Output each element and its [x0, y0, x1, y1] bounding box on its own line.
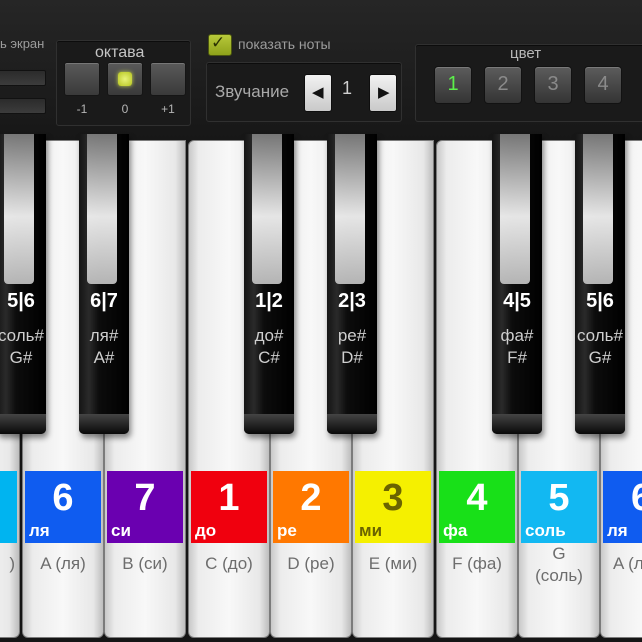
- note-sharp-name: D#: [341, 348, 363, 367]
- note-name: C (до): [205, 554, 253, 573]
- note-sharp-name: G#: [588, 348, 612, 367]
- note-name: B (си): [122, 554, 168, 573]
- note-number: 4|5: [503, 290, 531, 312]
- octave-label-minus: -1: [76, 102, 88, 116]
- note-solfege: ля#: [89, 326, 119, 345]
- note-number: 6|7: [90, 290, 118, 312]
- black-key-c-sharp[interactable]: 1|2 до# C#: [244, 134, 294, 434]
- sound-value: 1: [342, 78, 353, 98]
- key-foot: [492, 414, 542, 434]
- note-color-block: [0, 471, 17, 543]
- key-foot: [244, 414, 294, 434]
- key-foot: [327, 414, 377, 434]
- note-color-block: 7 си: [107, 471, 183, 543]
- note-sharp-name: C#: [258, 348, 280, 367]
- sound-prev-button[interactable]: ◀: [304, 74, 332, 112]
- note-color-block: 2 ре: [273, 471, 349, 543]
- note-solfege: ре: [277, 521, 297, 540]
- key-shine: [500, 134, 530, 284]
- note-solfege: фа: [443, 521, 468, 540]
- note-solfege: ля: [29, 521, 50, 540]
- octave-zero-button[interactable]: [107, 62, 143, 96]
- note-solfege: ми: [359, 521, 383, 540]
- note-number: 2: [300, 477, 322, 519]
- note-name: G (соль): [535, 544, 583, 585]
- note-number: 5: [548, 477, 570, 519]
- piano-app: ь экран октава -1 0 +1 ✓ показать ноты З…: [0, 0, 642, 642]
- key-shine: [252, 134, 282, 284]
- octave-title: октава: [95, 44, 145, 61]
- black-key-f-sharp[interactable]: 4|5 фа# F#: [492, 134, 542, 434]
- color-option-1-button[interactable]: 1: [434, 66, 472, 104]
- key-foot: [575, 414, 625, 434]
- key-shine: [87, 134, 117, 284]
- note-name: ): [9, 554, 15, 573]
- note-name: E (ми): [368, 554, 418, 573]
- balance-slider[interactable]: [0, 98, 46, 114]
- note-color-block: 6 ля: [25, 471, 101, 543]
- control-bar: ь экран октава -1 0 +1 ✓ показать ноты З…: [0, 0, 642, 140]
- note-number: 3: [382, 477, 404, 519]
- active-led-icon: [118, 72, 132, 86]
- checkmark-icon: ✓: [211, 33, 226, 52]
- note-sharp-name: G#: [9, 348, 33, 367]
- note-solfege: фа#: [500, 326, 534, 345]
- note-solfege: ре#: [337, 326, 367, 345]
- sound-label: Звучание: [215, 82, 290, 101]
- show-notes-checkbox[interactable]: ✓: [208, 33, 232, 56]
- color-title: цвет: [510, 45, 542, 62]
- key-foot: [0, 414, 46, 434]
- note-number: 5|6: [7, 290, 35, 312]
- octave-label-zero: 0: [121, 102, 129, 116]
- note-solfege: соль#: [576, 326, 623, 345]
- note-solfege: соль: [525, 521, 566, 540]
- black-key-a-sharp[interactable]: 6|7 ля# A#: [79, 134, 129, 434]
- note-number: 1|2: [255, 290, 283, 312]
- note-name: A (ля: [613, 554, 642, 573]
- note-sharp-name: F#: [507, 348, 527, 367]
- arrow-right-icon: ▶: [378, 84, 390, 101]
- note-solfege: до#: [254, 326, 284, 345]
- note-name: D (ре): [287, 554, 335, 573]
- note-color-block: 6 ля: [603, 471, 642, 543]
- sound-next-button[interactable]: ▶: [369, 74, 397, 112]
- key-shine: [583, 134, 613, 284]
- note-name: A (ля): [40, 554, 86, 573]
- key-shine: [4, 134, 34, 284]
- key-shine: [335, 134, 365, 284]
- note-solfege: соль#: [0, 326, 44, 345]
- note-name: F (фа): [452, 554, 502, 573]
- black-key-d-sharp[interactable]: 2|3 ре# D#: [327, 134, 377, 434]
- note-color-block: 4 фа: [439, 471, 515, 543]
- volume-slider[interactable]: [0, 70, 46, 86]
- black-key-g-sharp-2[interactable]: 5|6 соль# G#: [575, 134, 625, 434]
- fullscreen-label: ь экран: [0, 36, 45, 51]
- color-option-3-button[interactable]: 3: [534, 66, 572, 104]
- note-number: 1: [218, 477, 240, 519]
- note-number: 6: [52, 477, 74, 519]
- key-foot: [79, 414, 129, 434]
- octave-down-button[interactable]: [64, 62, 100, 96]
- black-key-g-sharp[interactable]: 5|6 соль# G#: [0, 134, 46, 434]
- note-number: 4: [466, 477, 488, 519]
- note-solfege: ля: [607, 521, 628, 540]
- color-option-4-button[interactable]: 4: [584, 66, 622, 104]
- note-number: 7: [134, 477, 156, 519]
- note-solfege: до: [195, 521, 217, 540]
- note-solfege: си: [111, 521, 131, 540]
- octave-up-button[interactable]: [150, 62, 186, 96]
- note-color-block: 1 до: [191, 471, 267, 543]
- arrow-left-icon: ◀: [312, 84, 324, 101]
- note-color-block: 5 соль: [521, 471, 597, 543]
- show-notes-label: показать ноты: [238, 36, 331, 52]
- color-option-2-button[interactable]: 2: [484, 66, 522, 104]
- octave-label-plus: +1: [161, 102, 175, 116]
- piano-keyboard: ) 6 ля A (ля) 7 си B (си) 1 до C (до) 2 …: [0, 134, 642, 642]
- note-sharp-name: A#: [93, 348, 115, 367]
- note-number: 5|6: [586, 290, 614, 312]
- note-number: 2|3: [338, 290, 366, 312]
- note-color-block: 3 ми: [355, 471, 431, 543]
- note-number: 6: [631, 477, 642, 519]
